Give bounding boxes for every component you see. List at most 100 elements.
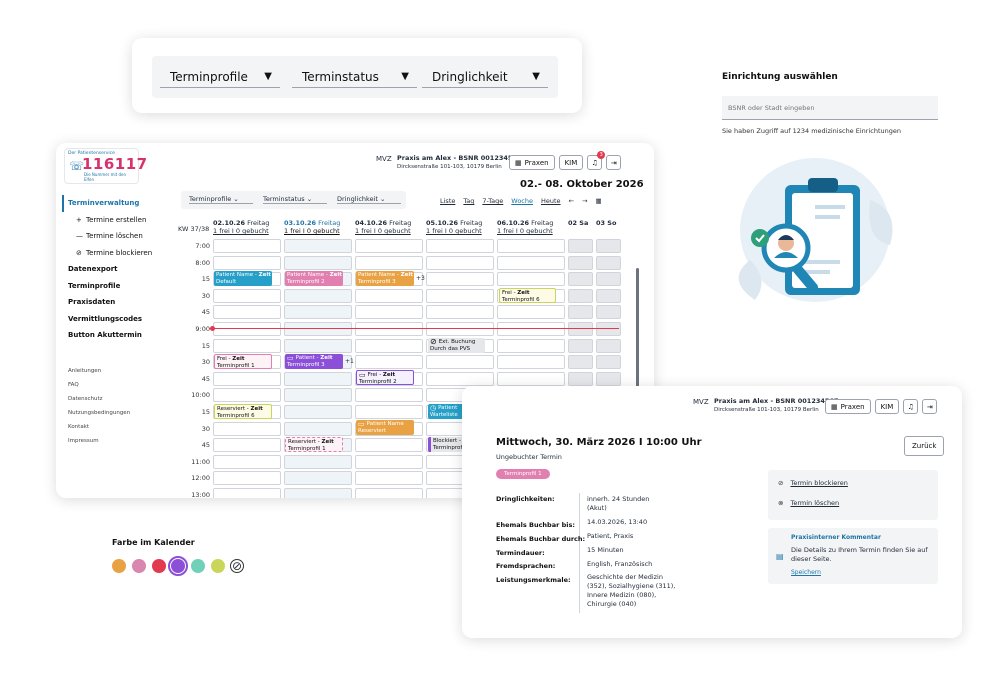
sidebar-item-vermittlungscodes[interactable]: Vermittlungscodes xyxy=(62,311,182,328)
event-block[interactable]: Frei - Zeit Terminprofil 6 xyxy=(499,288,556,303)
sidebar-item-terminverwaltung[interactable]: Terminverwaltung xyxy=(62,195,182,212)
logout-button[interactable]: ⇥ xyxy=(606,155,622,170)
color-swatch[interactable] xyxy=(112,559,126,573)
time-slot[interactable] xyxy=(355,338,423,353)
day-summary[interactable]: 1 frei I 0 gebucht xyxy=(426,227,482,235)
view-liste[interactable]: Liste xyxy=(440,197,455,205)
time-slot[interactable] xyxy=(284,388,352,403)
time-slot[interactable] xyxy=(213,288,281,303)
event-block[interactable]: ▭ Frei - Zeit Terminprofil 2 xyxy=(356,370,414,385)
time-slot[interactable] xyxy=(355,239,423,253)
event-block[interactable]: Reserviert - Zeit Terminprofil 1 xyxy=(285,437,343,452)
filter-terminprofile-dropdown[interactable]: Terminprofile ⌄ xyxy=(189,195,253,204)
time-slot[interactable] xyxy=(355,355,423,370)
sidebar-item-button-akuttermin[interactable]: Button Akuttermin xyxy=(62,327,182,344)
praxen-button[interactable]: ▦ Praxen xyxy=(825,399,871,414)
color-swatch-selected[interactable] xyxy=(168,556,188,576)
color-swatch[interactable] xyxy=(191,559,205,573)
time-slot[interactable] xyxy=(497,322,565,336)
time-slot[interactable] xyxy=(355,488,423,498)
time-slot[interactable] xyxy=(284,405,352,419)
save-comment-link[interactable]: Speichern xyxy=(791,569,821,576)
event-block[interactable]: Patient Name - Zeit Terminprofil 3 xyxy=(356,271,414,286)
time-slot[interactable] xyxy=(497,305,565,320)
time-slot[interactable] xyxy=(426,272,494,287)
time-slot[interactable] xyxy=(497,338,565,353)
time-slot[interactable] xyxy=(284,488,352,498)
day-summary[interactable]: 1 frei I 0 gebucht xyxy=(497,227,553,235)
color-swatch[interactable] xyxy=(152,559,166,573)
color-swatch[interactable] xyxy=(132,559,146,573)
more-events-link[interactable]: +1 xyxy=(345,358,354,365)
time-slot[interactable] xyxy=(213,421,281,436)
filter-dringlichkeit-dropdown[interactable]: Dringlichkeit ⌄ xyxy=(337,195,401,204)
notification-button[interactable]: ♫ xyxy=(903,399,919,414)
filter-terminprofile-dropdown[interactable]: Terminprofile ▼ xyxy=(160,66,280,88)
time-slot[interactable] xyxy=(284,322,352,336)
kim-button[interactable]: KIM xyxy=(558,155,584,170)
event-block[interactable]: Patient Name - Zeit Terminprofil 2 xyxy=(285,271,343,286)
time-slot[interactable] xyxy=(355,305,423,320)
no-color-icon[interactable]: ⊘ xyxy=(230,559,244,573)
sidebar-item-datenexport[interactable]: Datenexport xyxy=(62,261,182,278)
event-block[interactable]: Reserviert - Zeit Terminprofil 6 xyxy=(214,404,272,419)
time-slot[interactable] xyxy=(213,471,281,486)
time-slot[interactable] xyxy=(426,371,494,386)
delete-appointment-link[interactable]: ⊗ Termin löschen xyxy=(778,499,839,507)
time-slot[interactable] xyxy=(497,272,565,287)
link-nutzungsbedingungen[interactable]: Nutzungsbedingungen xyxy=(62,406,182,420)
time-slot[interactable] xyxy=(355,388,423,403)
time-slot[interactable] xyxy=(355,471,423,486)
time-slot[interactable] xyxy=(355,438,423,453)
link-anleitungen[interactable]: Anleitungen xyxy=(62,364,182,378)
time-slot[interactable] xyxy=(426,255,494,270)
time-slot[interactable] xyxy=(284,239,352,253)
time-slot[interactable] xyxy=(213,239,281,253)
time-slot[interactable] xyxy=(426,305,494,320)
event-block[interactable]: ⊘ Ext. Buchung Durch das PVS xyxy=(428,338,485,353)
sidebar-item-praxisdaten[interactable]: Praxisdaten xyxy=(62,294,182,311)
time-slot[interactable] xyxy=(213,388,281,403)
time-slot[interactable] xyxy=(355,288,423,303)
time-slot[interactable] xyxy=(284,255,352,270)
time-slot[interactable] xyxy=(213,322,281,336)
time-slot[interactable] xyxy=(355,454,423,469)
day-summary[interactable]: 1 frei I 0 gebucht xyxy=(284,227,340,235)
time-slot[interactable] xyxy=(284,288,352,303)
filter-dringlichkeit-dropdown[interactable]: Dringlichkeit ▼ xyxy=(422,66,548,88)
block-appointment-link[interactable]: ⊘ Termin blockieren xyxy=(778,479,848,487)
filter-terminstatus-dropdown[interactable]: Terminstatus ▼ xyxy=(292,66,417,88)
event-block[interactable]: ▭ Patient - Zeit Terminprofil 3 xyxy=(285,354,343,369)
time-slot[interactable] xyxy=(355,322,423,336)
filter-terminstatus-dropdown[interactable]: Terminstatus ⌄ xyxy=(263,195,327,204)
day-summary[interactable]: 1 frei I 0 gebucht xyxy=(355,227,411,235)
view-heute[interactable]: Heute xyxy=(541,197,561,205)
view-tag[interactable]: Tag xyxy=(463,197,474,205)
link-impressum[interactable]: Impressum xyxy=(62,434,182,448)
sidebar-item-termine-erstellen[interactable]: + Termine erstellen xyxy=(62,212,182,229)
time-slot[interactable] xyxy=(284,338,352,353)
view-woche[interactable]: Woche xyxy=(511,197,533,205)
sidebar-item-termine-blockieren[interactable]: ⊘ Termine blockieren xyxy=(62,245,182,262)
event-block[interactable]: ▭ Patient Name Reserviert xyxy=(356,420,414,435)
praxen-button[interactable]: ▦ Praxen xyxy=(509,155,555,170)
view-7-tage[interactable]: 7-Tage xyxy=(482,197,503,205)
time-slot[interactable] xyxy=(355,255,423,270)
calendar-icon[interactable]: ▦ xyxy=(595,197,601,205)
time-slot[interactable] xyxy=(284,471,352,486)
time-slot[interactable] xyxy=(355,405,423,419)
link-kontakt[interactable]: Kontakt xyxy=(62,420,182,434)
time-slot[interactable] xyxy=(426,288,494,303)
time-slot[interactable] xyxy=(497,371,565,386)
sidebar-item-termine-loeschen[interactable]: — Termine löschen xyxy=(62,228,182,245)
time-slot[interactable] xyxy=(213,305,281,320)
time-slot[interactable] xyxy=(213,438,281,453)
time-slot[interactable] xyxy=(426,322,494,336)
notification-button[interactable]: ♫ 3 xyxy=(587,151,606,170)
arrow-right-icon[interactable]: → xyxy=(582,197,587,205)
more-events-link[interactable]: +3 xyxy=(416,275,425,282)
time-slot[interactable] xyxy=(213,454,281,469)
logout-button[interactable]: ⇥ xyxy=(922,399,938,414)
time-slot[interactable] xyxy=(284,421,352,436)
time-slot[interactable] xyxy=(213,488,281,498)
